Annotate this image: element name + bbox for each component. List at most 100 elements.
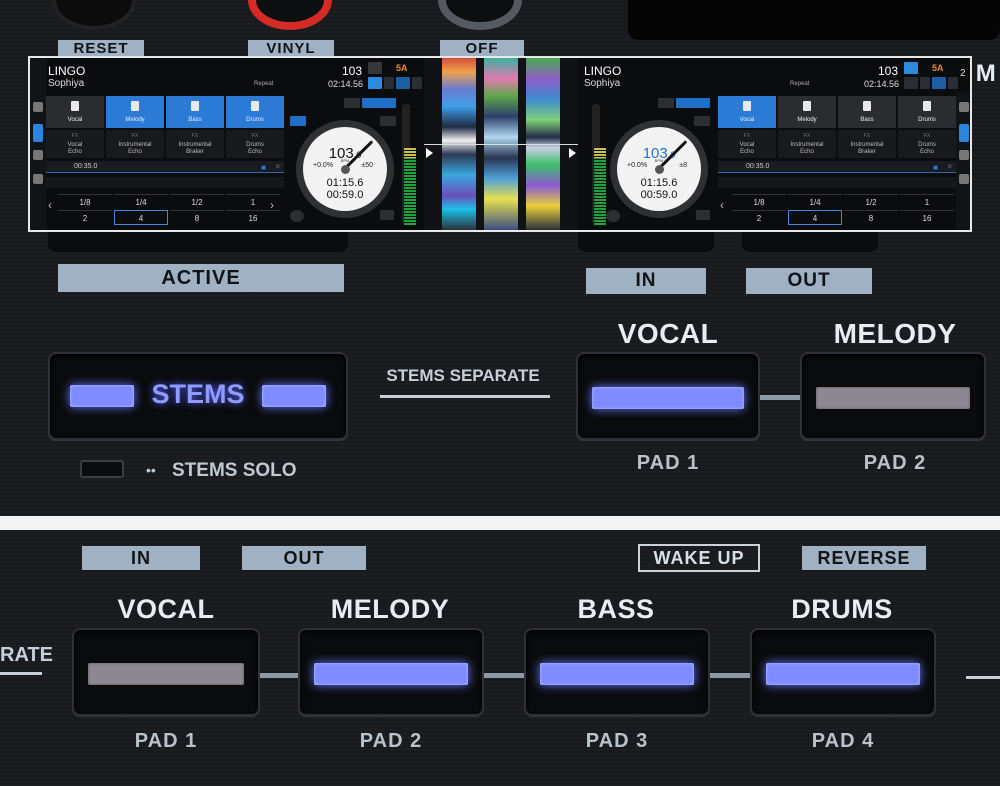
fx-drums-echo[interactable]: FX Drums Echo [226, 130, 284, 158]
in-label: IN [586, 268, 706, 294]
fx-label: FX [923, 133, 931, 139]
skip-back-button[interactable] [658, 98, 674, 108]
loop-size-cell[interactable]: 1 [900, 194, 954, 209]
loop-bar[interactable]: 00:35.0 ■ × [718, 161, 956, 173]
fx-instrumental-braker[interactable]: FX Instrumental Braker [166, 130, 224, 158]
prev-icon[interactable] [920, 77, 930, 89]
stem-drums[interactable]: Drums [898, 96, 956, 128]
grid-icon[interactable] [904, 77, 918, 89]
off-knob[interactable] [438, 0, 522, 30]
knob-left[interactable] [52, 0, 136, 30]
fx-instrumental-echo[interactable]: FX Instrumental Echo [778, 130, 836, 158]
loop-size-cell-selected[interactable]: 4 [114, 210, 168, 225]
sync-icon[interactable] [33, 174, 43, 184]
eject-icon[interactable] [696, 210, 710, 220]
stem-bass[interactable]: Bass [166, 96, 224, 128]
track-title: LINGO [584, 64, 622, 78]
loop-size-cell[interactable]: 8 [170, 210, 224, 225]
loop-size-cell[interactable]: 1/4 [114, 194, 168, 209]
platter-center [655, 165, 664, 174]
stem-vocal[interactable]: Vocal [718, 96, 776, 128]
tag-icon[interactable] [33, 102, 43, 112]
mic-icon[interactable] [368, 62, 382, 74]
music-note-icon[interactable] [932, 77, 946, 89]
guitar-icon [191, 101, 199, 111]
play-button[interactable] [676, 98, 710, 108]
loop-next-arrow[interactable]: › [270, 198, 274, 212]
out-label: OUT [746, 268, 872, 294]
close-icon[interactable]: × [947, 162, 952, 171]
pad-2[interactable] [298, 628, 484, 716]
eject-icon[interactable] [380, 210, 394, 220]
next-icon[interactable] [412, 77, 422, 89]
stems-button[interactable]: STEMS [48, 352, 348, 440]
stem-vocal[interactable]: Vocal [46, 96, 104, 128]
pad-2[interactable] [800, 352, 986, 440]
stem-bass[interactable]: Bass [838, 96, 896, 128]
link-icon[interactable] [290, 116, 306, 126]
loop-time: 00:35.0 [746, 163, 770, 170]
mic-icon[interactable] [904, 62, 918, 74]
loop-size-cell[interactable]: 1/4 [788, 194, 842, 209]
pad-3[interactable] [524, 628, 710, 716]
stem-melody[interactable]: Melody [778, 96, 836, 128]
skip-back-button[interactable] [344, 98, 360, 108]
fx-instrumental-echo[interactable]: FX Instrumental Echo [106, 130, 164, 158]
loop-size-cell[interactable]: 16 [226, 210, 280, 225]
tag-icon[interactable] [959, 102, 969, 112]
loop-size-cell[interactable]: 1/2 [170, 194, 224, 209]
loop-size-cell[interactable]: 2 [732, 210, 786, 225]
fx-name: Vocal [67, 142, 83, 148]
separate-label-partial: RATE [0, 644, 53, 666]
jog-platter[interactable]: 103.0 BPM +0.0% ±50 01:15.6 00:59.0 [296, 120, 394, 218]
fx-type: Echo [920, 149, 934, 155]
waveform-playhead [424, 144, 578, 145]
track-bpm: 103 [342, 64, 363, 78]
loop-size-cell[interactable]: 2 [58, 210, 112, 225]
loop-prev-arrow[interactable]: ‹ [720, 198, 724, 212]
headphone-icon[interactable] [959, 150, 969, 160]
pad-4[interactable] [750, 628, 936, 716]
loop-size-cell[interactable]: 1/8 [732, 194, 786, 209]
next-icon[interactable] [948, 77, 958, 89]
fx-drums-echo[interactable]: FX Drums Echo [898, 130, 956, 158]
loop-size-cell[interactable]: 16 [900, 210, 954, 225]
deck-screen: 1 LINGO Sophiya Repeat 103 02:14.56 5A V… [28, 56, 972, 232]
edit-icon[interactable] [606, 210, 620, 222]
stem-melody[interactable]: Melody [106, 96, 164, 128]
stem-drums[interactable]: Drums [226, 96, 284, 128]
loop-size-cell[interactable]: 1/2 [844, 194, 898, 209]
jog-platter[interactable]: 103.0 BPM +0.0% ±8 01:15.6 00:59.0 [610, 120, 708, 218]
fx-instrumental-braker[interactable]: FX Instrumental Braker [838, 130, 896, 158]
loop-prev-arrow[interactable]: ‹ [48, 198, 52, 212]
headphone-icon[interactable] [33, 150, 43, 160]
pad-rail [760, 395, 802, 400]
loop-bar[interactable]: 00:35.0 ■ × [46, 161, 284, 173]
loop-size-grid: 1/8 1/4 1/2 1 2 4 8 16 [58, 194, 284, 226]
music-note-icon[interactable] [396, 77, 410, 89]
edit-icon[interactable] [290, 210, 304, 222]
loop-size-cell-selected[interactable]: 4 [788, 210, 842, 225]
loop-size-cell[interactable]: 1/8 [58, 194, 112, 209]
sync-icon[interactable] [959, 174, 969, 184]
loop-size-cell[interactable]: 8 [844, 210, 898, 225]
pad-1[interactable] [576, 352, 760, 440]
fx-row: FX Vocal Echo FX Instrumental Echo FX Instrum… [46, 130, 284, 158]
stems-mode-icon[interactable] [33, 124, 43, 142]
stems-separate-label: STEMS SEPARATE [386, 366, 540, 385]
fx-type: Echo [740, 149, 754, 155]
fx-vocal-echo[interactable]: FX Vocal Echo [46, 130, 104, 158]
play-button[interactable] [362, 98, 396, 108]
vinyl-knob[interactable] [248, 0, 332, 30]
fx-label: FX [251, 133, 259, 139]
stems-mode-icon[interactable] [959, 124, 969, 142]
fx-vocal-echo[interactable]: FX Vocal Echo [718, 130, 776, 158]
dropdown-icon[interactable] [694, 116, 710, 126]
pad2-sub: PAD 2 [863, 452, 927, 474]
prev-icon[interactable] [384, 77, 394, 89]
close-icon[interactable]: × [275, 162, 280, 171]
pad-1[interactable] [72, 628, 260, 716]
dropdown-icon[interactable] [380, 116, 396, 126]
grid-icon[interactable] [368, 77, 382, 89]
wake-up-label: WAKE UP [638, 544, 760, 572]
